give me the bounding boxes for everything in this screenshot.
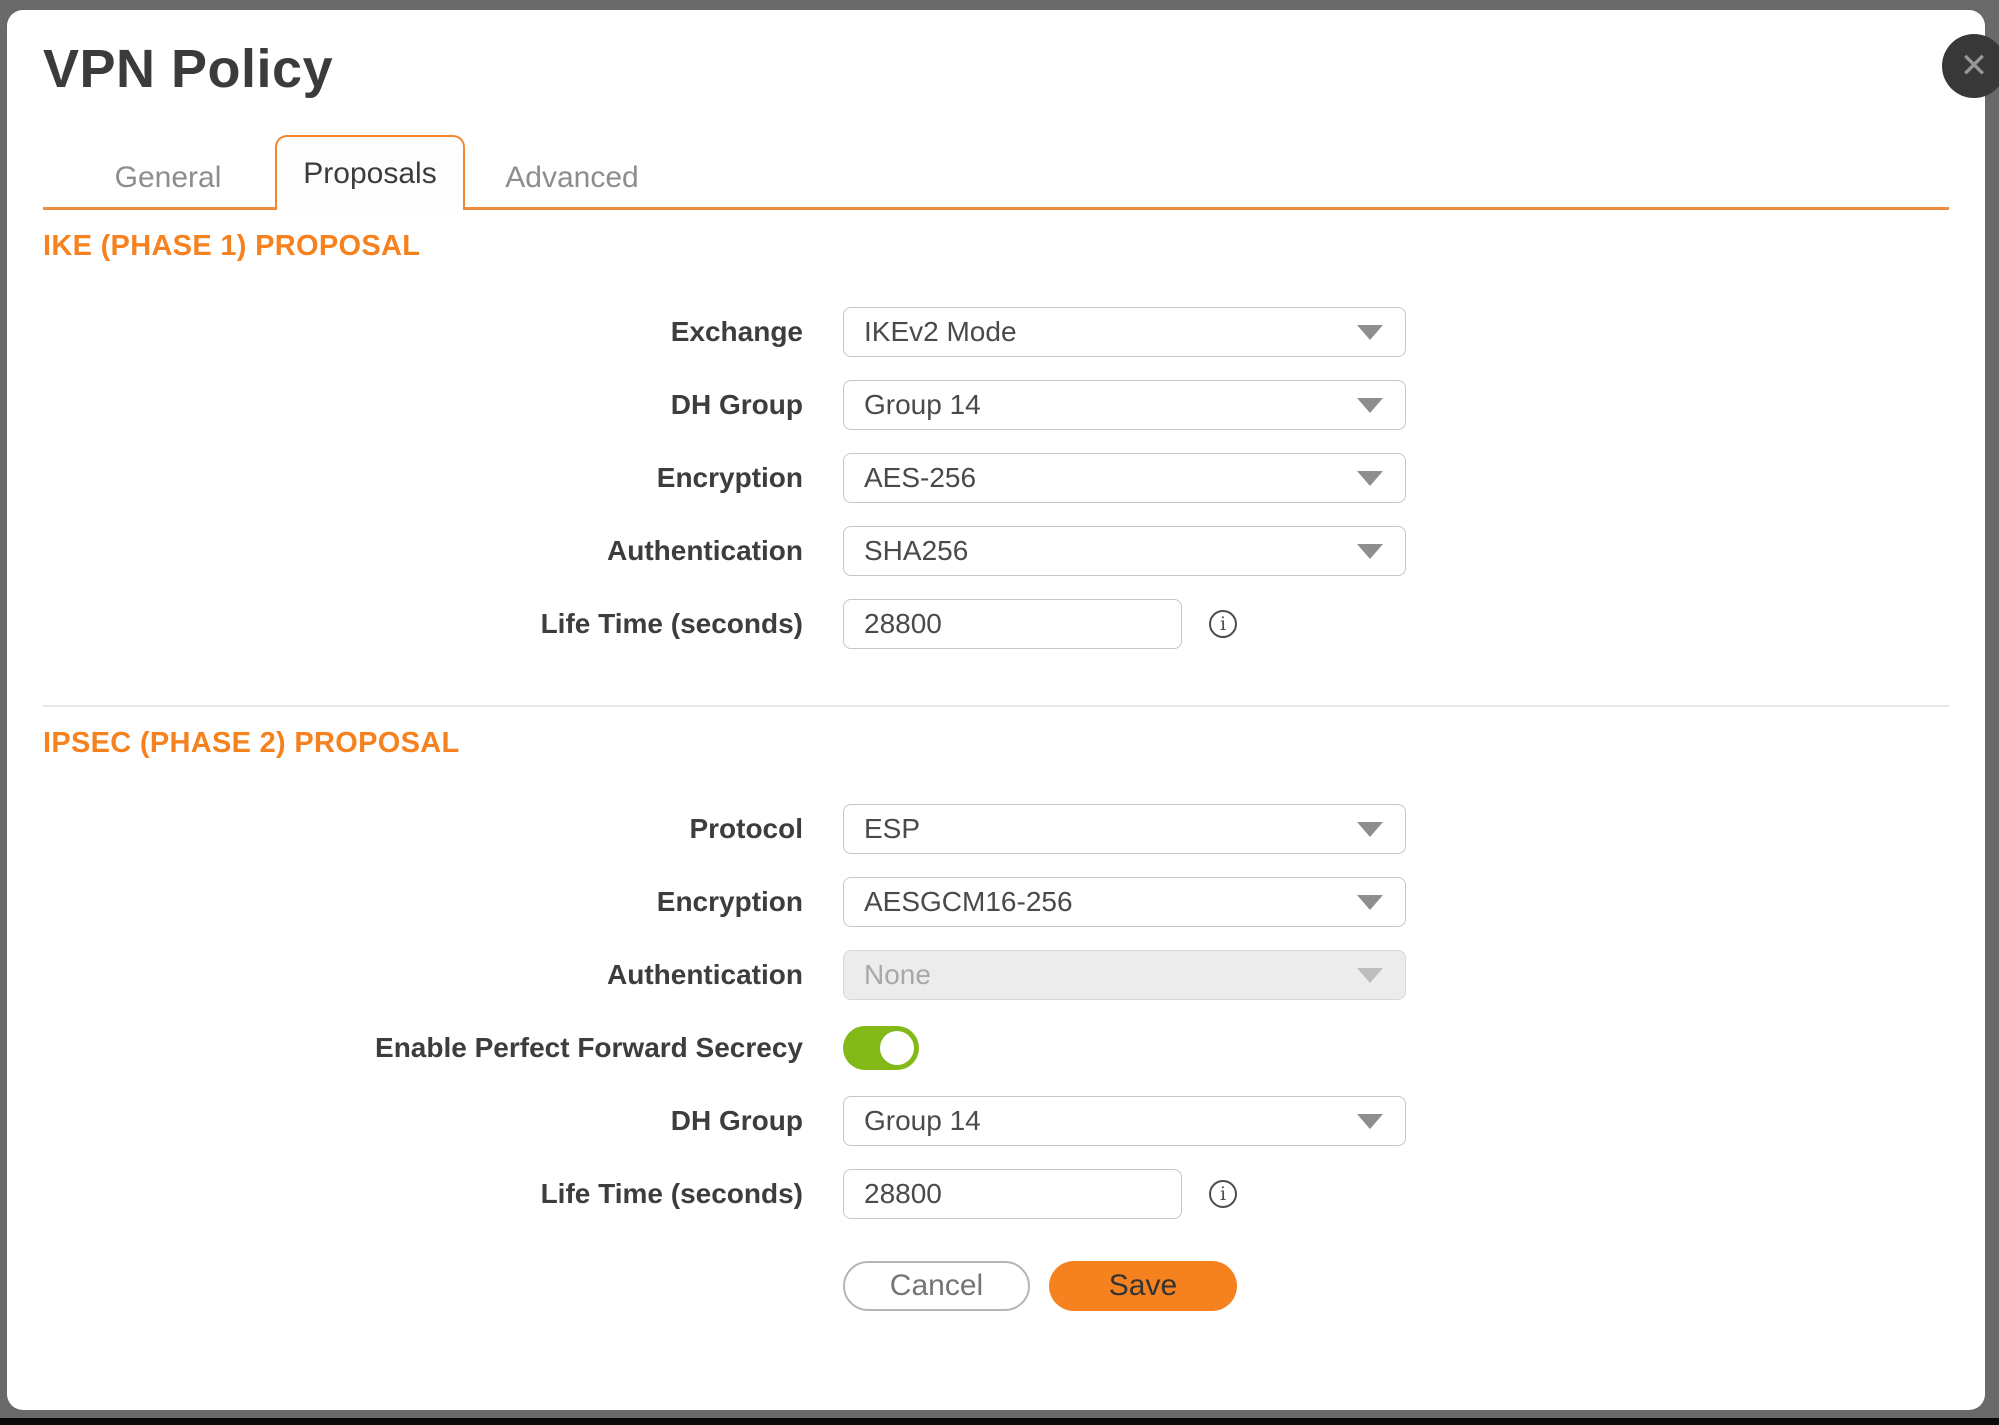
close-icon[interactable]: ✕ (1942, 34, 1999, 98)
row-phase1-exchange: ExchangeIKEv2 Mode (43, 307, 1949, 357)
tab-advanced[interactable]: Advanced (477, 149, 667, 207)
screen-edge (0, 1418, 1999, 1425)
chevron-down-icon (1357, 895, 1383, 910)
phase1-encryption-label: Encryption (43, 462, 843, 494)
phase1-exchange-select[interactable]: IKEv2 Mode (843, 307, 1406, 357)
phase2-life-time-seconds-label: Life Time (seconds) (43, 1178, 843, 1210)
info-icon[interactable]: i (1209, 610, 1237, 638)
phase1-heading: IKE (PHASE 1) PROPOSAL (43, 230, 1949, 263)
phase2-encryption-select[interactable]: AESGCM16-256 (843, 877, 1406, 927)
chevron-down-icon (1357, 544, 1383, 559)
phase1-authentication-label: Authentication (43, 535, 843, 567)
row-phase1-life-time-seconds: Life Time (seconds) i (43, 599, 1949, 649)
phase1-encryption-select[interactable]: AES-256 (843, 453, 1406, 503)
phase2-protocol-select[interactable]: ESP (843, 804, 1406, 854)
row-phase2-authentication: AuthenticationNone (43, 950, 1949, 1000)
phase2-dh-group-label: DH Group (43, 1105, 843, 1137)
phase1-dh-group-value: Group 14 (844, 389, 981, 421)
tab-proposals[interactable]: Proposals (275, 135, 465, 210)
chevron-down-icon (1357, 325, 1383, 340)
phase2-authentication-label: Authentication (43, 959, 843, 991)
phase2-dh-group-value: Group 14 (844, 1105, 981, 1137)
chevron-down-icon (1357, 968, 1383, 983)
phase2-encryption-value: AESGCM16-256 (844, 886, 1073, 918)
phase1-exchange-label: Exchange (43, 316, 843, 348)
info-icon[interactable]: i (1209, 1180, 1237, 1208)
tab-general[interactable]: General (73, 149, 263, 207)
phase2-encryption-label: Encryption (43, 886, 843, 918)
section-phase1: IKE (PHASE 1) PROPOSAL ExchangeIKEv2 Mode… (43, 210, 1949, 649)
phase2-life-time-seconds-input[interactable] (843, 1169, 1182, 1219)
row-phase2-life-time-seconds: Life Time (seconds) i (43, 1169, 1949, 1219)
phase2-protocol-label: Protocol (43, 813, 843, 845)
cancel-button[interactable]: Cancel (843, 1261, 1030, 1311)
tab-bar: GeneralProposalsAdvanced (43, 138, 1949, 210)
row-phase1-dh-group: DH GroupGroup 14 (43, 380, 1949, 430)
phase1-authentication-select[interactable]: SHA256 (843, 526, 1406, 576)
phase2-enable-perfect-forward-secrecy-label: Enable Perfect Forward Secrecy (43, 1032, 843, 1064)
chevron-down-icon (1357, 1114, 1383, 1129)
section-phase2: IPSEC (PHASE 2) PROPOSAL ProtocolESP Encry… (43, 705, 1949, 1219)
footer-actions: Cancel Save (843, 1261, 1949, 1311)
row-phase2-enable-perfect-forward-secrecy: Enable Perfect Forward Secrecy (43, 1023, 1949, 1073)
phase1-dh-group-label: DH Group (43, 389, 843, 421)
screen: { "dialog": { "title": "VPN Policy", "cl… (0, 0, 1999, 1425)
toggle-knob (880, 1031, 914, 1065)
save-button[interactable]: Save (1049, 1261, 1237, 1311)
row-phase2-encryption: EncryptionAESGCM16-256 (43, 877, 1949, 927)
row-phase2-protocol: ProtocolESP (43, 804, 1949, 854)
row-phase2-dh-group: DH GroupGroup 14 (43, 1096, 1949, 1146)
phase2-enable-perfect-forward-secrecy-toggle[interactable] (843, 1026, 919, 1070)
phase1-dh-group-select[interactable]: Group 14 (843, 380, 1406, 430)
chevron-down-icon (1357, 822, 1383, 837)
page-title: VPN Policy (43, 38, 1949, 100)
phase2-protocol-value: ESP (844, 813, 920, 845)
phase2-authentication-value: None (844, 959, 931, 991)
phase1-encryption-value: AES-256 (844, 462, 976, 494)
chevron-down-icon (1357, 471, 1383, 486)
phase2-dh-group-select[interactable]: Group 14 (843, 1096, 1406, 1146)
row-phase1-authentication: AuthenticationSHA256 (43, 526, 1949, 576)
phase1-authentication-value: SHA256 (844, 535, 968, 567)
phase1-life-time-seconds-label: Life Time (seconds) (43, 608, 843, 640)
phase1-exchange-value: IKEv2 Mode (844, 316, 1017, 348)
chevron-down-icon (1357, 398, 1383, 413)
phase1-life-time-seconds-input[interactable] (843, 599, 1182, 649)
phase2-authentication-select: None (843, 950, 1406, 1000)
phase2-heading: IPSEC (PHASE 2) PROPOSAL (43, 727, 1949, 760)
row-phase1-encryption: EncryptionAES-256 (43, 453, 1949, 503)
vpn-policy-dialog: VPN Policy GeneralProposalsAdvanced IKE … (7, 10, 1985, 1410)
